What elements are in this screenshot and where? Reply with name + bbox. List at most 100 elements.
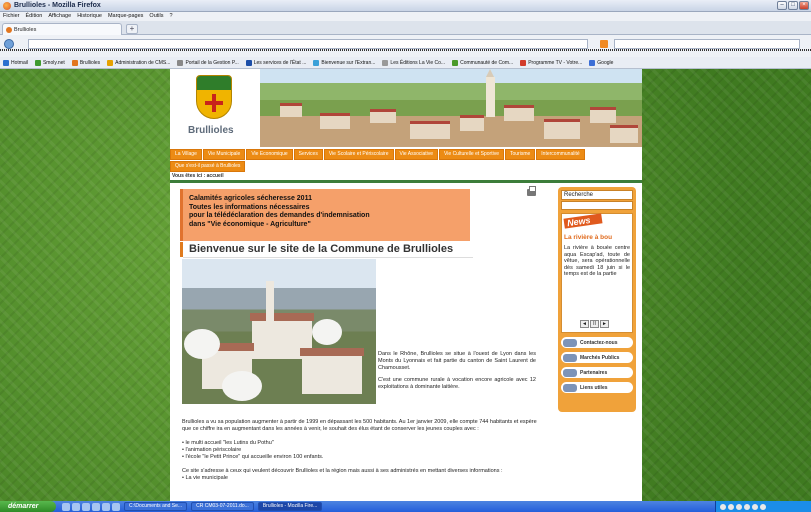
search-bar[interactable]: [614, 39, 800, 49]
minimize-button[interactable]: –: [777, 1, 787, 10]
alert-line: Toutes les informations nécessaires: [189, 203, 310, 211]
quick-launch-icon[interactable]: [112, 502, 120, 511]
bookmark-item[interactable]: Google: [589, 59, 614, 66]
nav-vie-scolaire[interactable]: Vie Scolaire et Périscolaire: [323, 149, 394, 160]
menu-affichage[interactable]: Affichage: [48, 12, 71, 21]
village-photo: [182, 259, 376, 404]
quick-launch-icon[interactable]: [62, 502, 70, 511]
body-bullet: • La vie municipale: [182, 475, 228, 481]
firefox-icon: [3, 2, 11, 10]
bookmark-item[interactable]: Les services de l'État ...: [245, 59, 307, 66]
menu-edition[interactable]: Édition: [26, 12, 43, 21]
body-paragraph: Brullioles a vu sa population augmenter …: [182, 419, 537, 432]
nav-tourisme[interactable]: Tourisme: [504, 149, 536, 160]
task-explorer[interactable]: C:\Documents and Se...: [124, 502, 188, 511]
bookmark-favicon-icon: [245, 59, 252, 66]
bookmark-item[interactable]: Smoly.net: [34, 59, 65, 66]
address-bar[interactable]: [28, 39, 588, 49]
bookmark-item[interactable]: Hotmail: [3, 59, 28, 66]
body-bullet: • le multi accueil "les Lutins du Pothu": [182, 440, 274, 446]
desc-paragraph: Dans le Rhône, Brullioles se situe à l'o…: [378, 351, 536, 371]
quick-launch-icon[interactable]: [102, 502, 110, 511]
quick-launch-icon[interactable]: [82, 502, 90, 511]
task-document[interactable]: CR CM03-07-2011.do...: [191, 502, 254, 511]
page-title: Bienvenue sur le site de la Commune de B…: [180, 242, 473, 258]
start-button[interactable]: démarrer: [0, 501, 56, 512]
nav-services[interactable]: Services: [293, 149, 323, 160]
tray-icon[interactable]: [752, 503, 758, 510]
news-title[interactable]: La rivière à bou: [564, 234, 630, 241]
taskbar: démarrer C:\Documents and Se... CR CM03-…: [0, 501, 811, 512]
bookmark-item[interactable]: Programme TV - Votre...: [520, 59, 583, 66]
nav-vie-associative[interactable]: Vie Associative: [394, 149, 439, 160]
close-button[interactable]: ×: [799, 1, 809, 10]
bookmark-favicon-icon: [107, 59, 114, 66]
useful-links-label: Liens utiles: [580, 384, 608, 391]
site-container: Brullioles La Village Vie Municipale Vie…: [170, 69, 642, 501]
menu-help[interactable]: ?: [169, 12, 172, 21]
dotted-separator: [0, 49, 811, 51]
body-paragraph: Ce site s'adresse à ceux qui veulent déc…: [182, 468, 503, 474]
alert-box[interactable]: Calamités agricoles sécheresse 2011 Tout…: [180, 189, 470, 241]
quick-launch: [62, 502, 120, 511]
tray-icon[interactable]: [736, 503, 742, 510]
menu-outils[interactable]: Outils: [149, 12, 163, 21]
news-badge: News: [563, 213, 603, 229]
nav-vie-culturelle[interactable]: Vie Culturelle et Sportive: [439, 149, 504, 160]
tab-brullioles[interactable]: Brullioles: [2, 23, 122, 35]
nav-vie-municipale[interactable]: Vie Municipale: [202, 149, 246, 160]
menu-historique[interactable]: Historique: [77, 12, 102, 21]
village-panorama: [260, 69, 642, 147]
maximize-button[interactable]: □: [788, 1, 798, 10]
news-prev-button[interactable]: ◄: [580, 320, 589, 328]
handshake-icon: [563, 353, 577, 362]
bookmark-favicon-icon: [520, 59, 527, 66]
alert-line: dans "Vie économique - Agriculture": [189, 220, 311, 228]
useful-links-button[interactable]: Liens utiles: [561, 382, 633, 393]
search-label: Recherche: [561, 190, 633, 200]
task-firefox[interactable]: Brullioles - Mozilla Fire...: [257, 502, 323, 511]
tray-icon[interactable]: [728, 503, 734, 510]
bookmark-label: Portail de la Gestion P...: [185, 59, 239, 66]
system-tray: [715, 501, 811, 512]
nav-vie-economique[interactable]: Vie Economique: [246, 149, 293, 160]
contact-button[interactable]: Contactez-nous: [561, 337, 633, 348]
rss-feed-icon[interactable]: [600, 40, 608, 48]
bookmark-item[interactable]: Les Éditions La Vie Co...: [382, 59, 445, 66]
nav-history[interactable]: Que s'est-il passé à Brullioles: [170, 161, 246, 172]
news-pause-button[interactable]: II: [590, 320, 599, 328]
bookmark-favicon-icon: [3, 59, 9, 66]
commune-description: Dans le Rhône, Brullioles se situe à l'o…: [378, 351, 536, 396]
bookmark-label: Les services de l'État ...: [253, 59, 307, 66]
public-markets-label: Marchés Publics: [580, 354, 620, 361]
bookmark-item[interactable]: Administration de CMS...: [107, 59, 170, 66]
menu-marque-pages[interactable]: Marque-pages: [108, 12, 143, 21]
partners-button[interactable]: Partenaires: [561, 367, 633, 378]
tray-icon[interactable]: [720, 503, 726, 510]
site-search-input[interactable]: [561, 201, 633, 210]
news-text: La rivière à bouée centre aqua Escap'ad,…: [564, 245, 630, 277]
back-arrow-icon[interactable]: [4, 39, 14, 49]
public-markets-button[interactable]: Marchés Publics: [561, 352, 633, 363]
tray-icon[interactable]: [760, 503, 766, 510]
quick-launch-icon[interactable]: [92, 502, 100, 511]
tab-bar: Brullioles +: [0, 21, 811, 35]
print-icon[interactable]: [527, 186, 536, 196]
bookmark-favicon-icon: [177, 59, 184, 66]
nav-la-village[interactable]: La Village: [170, 149, 202, 160]
nav-intercommunalite[interactable]: Intercommunalité: [536, 149, 585, 160]
bookmark-label: Brullioles: [79, 59, 101, 66]
bookmark-item[interactable]: Brullioles: [71, 59, 101, 66]
tray-icon[interactable]: [744, 503, 750, 510]
news-next-button[interactable]: ►: [600, 320, 609, 328]
bookmark-item[interactable]: Bienvenue sur l'Extran...: [313, 59, 375, 66]
quick-launch-icon[interactable]: [72, 502, 80, 511]
news-panel: News La rivière à bou La rivière à bouée…: [561, 213, 633, 333]
bookmark-label: Google: [597, 59, 614, 66]
bookmark-label: Programme TV - Votre...: [528, 59, 583, 66]
bookmark-item[interactable]: Communauté de Com...: [452, 59, 513, 66]
logo-block[interactable]: Brullioles: [170, 69, 260, 147]
bookmark-item[interactable]: Portail de la Gestion P...: [177, 59, 239, 66]
menu-fichier[interactable]: Fichier: [3, 12, 20, 21]
new-tab-button[interactable]: +: [126, 24, 138, 34]
